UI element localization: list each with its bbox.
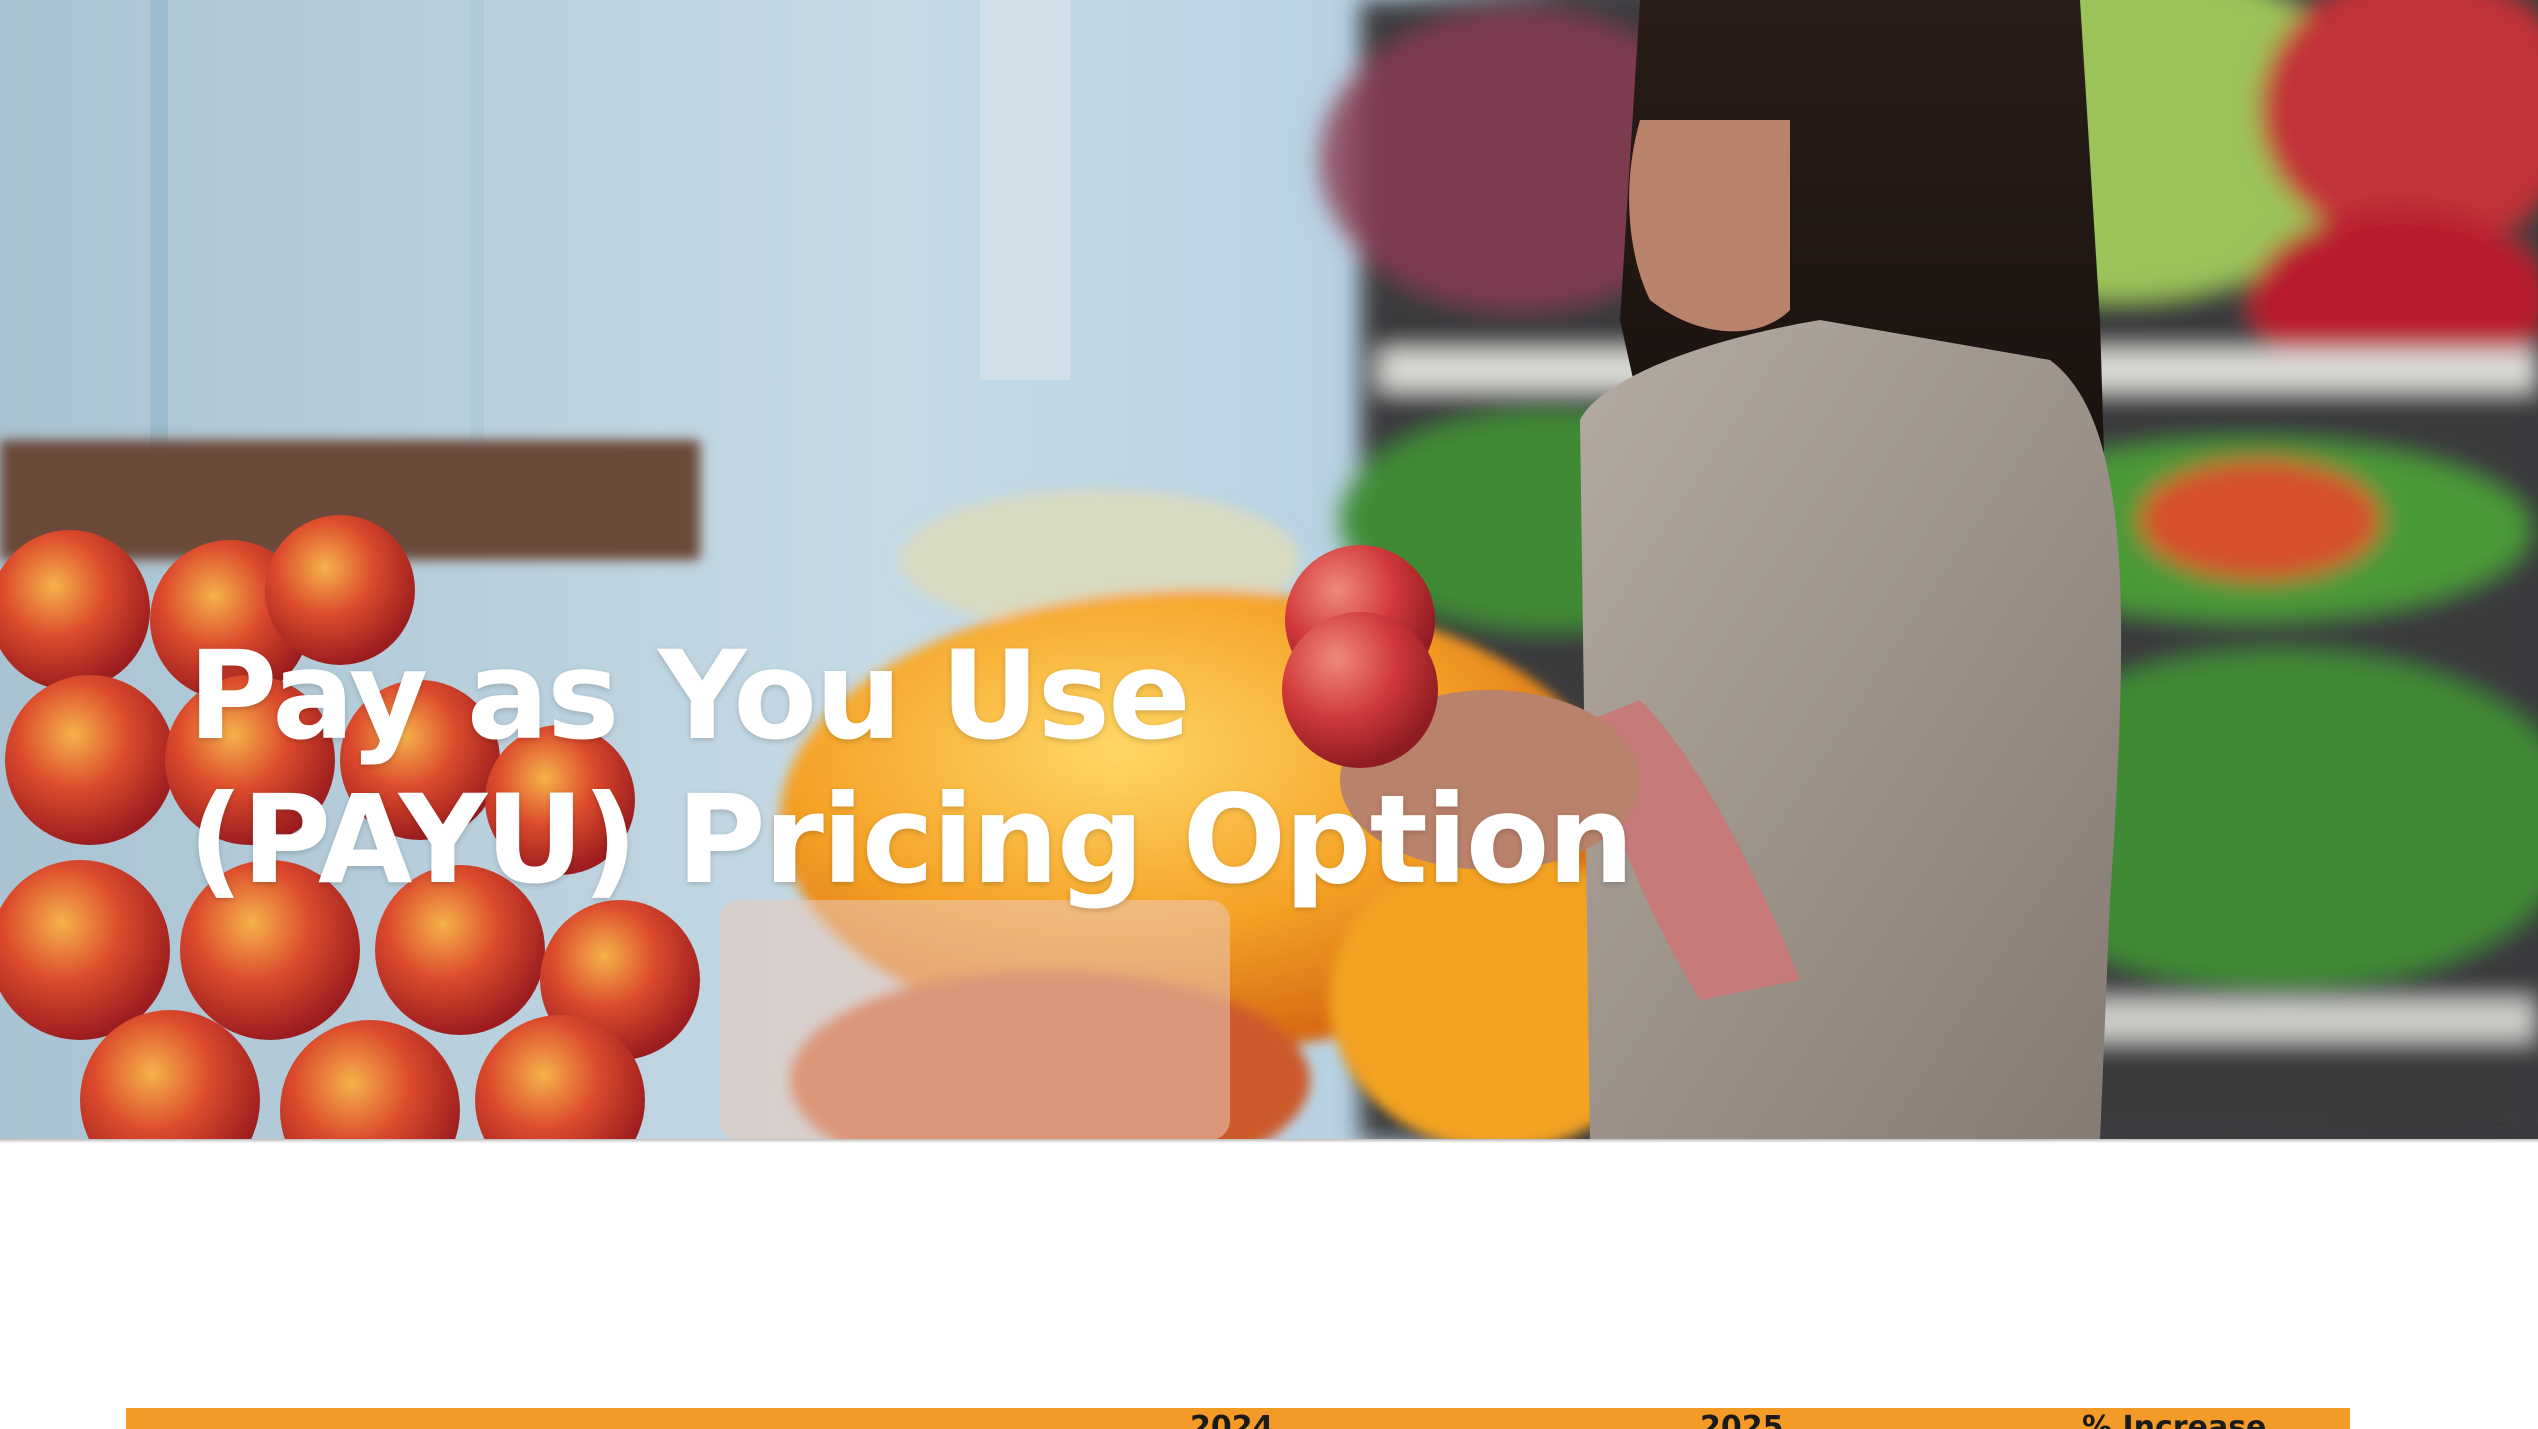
page-title-line1: Pay as You Use	[188, 625, 1191, 767]
column-header-2024: 2024	[1190, 1410, 1274, 1429]
page-title-line2: (PAYU) Pricing Option	[188, 769, 1634, 911]
hero-photo: Pay as You Use (PAYU) Pricing Option	[0, 0, 2538, 1141]
column-header-percent-increase: % Increase	[2082, 1410, 2267, 1429]
pricing-table-header: 2024 2025 % Increase	[126, 1408, 2350, 1429]
page-title: Pay as You Use (PAYU) Pricing Option	[188, 624, 1634, 912]
grocery-scene-image	[0, 0, 2538, 1141]
page: Pay as You Use (PAYU) Pricing Option 202…	[0, 0, 2538, 1429]
hero-divider	[0, 1139, 2538, 1143]
column-header-2025: 2025	[1700, 1410, 1784, 1429]
